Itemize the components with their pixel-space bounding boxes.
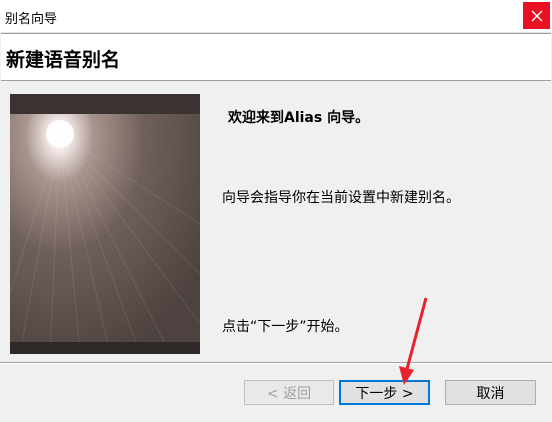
wizard-side-image — [10, 94, 200, 354]
welcome-text: 欢迎来到Alias 向导。 — [228, 110, 370, 126]
back-button[interactable]: < 返回 — [244, 380, 334, 405]
close-icon — [531, 10, 542, 21]
next-button[interactable]: 下一步 > — [339, 380, 430, 405]
window-title: 别名向导 — [5, 12, 58, 27]
title-bar: 别名向导 — [0, 0, 552, 33]
wizard-content: 欢迎来到Alias 向导。 向导会指导你在当前设置中新建别名。 点击“下一步”开… — [0, 82, 552, 362]
close-button[interactable] — [523, 2, 550, 29]
footer-divider — [0, 362, 552, 364]
start-hint-text: 点击“下一步”开始。 — [222, 319, 349, 335]
cancel-button[interactable]: 取消 — [445, 380, 536, 405]
page-title: 新建语音别名 — [6, 49, 121, 71]
wizard-header: 新建语音别名 — [1, 33, 551, 81]
description-text: 向导会指导你在当前设置中新建别名。 — [222, 190, 460, 206]
